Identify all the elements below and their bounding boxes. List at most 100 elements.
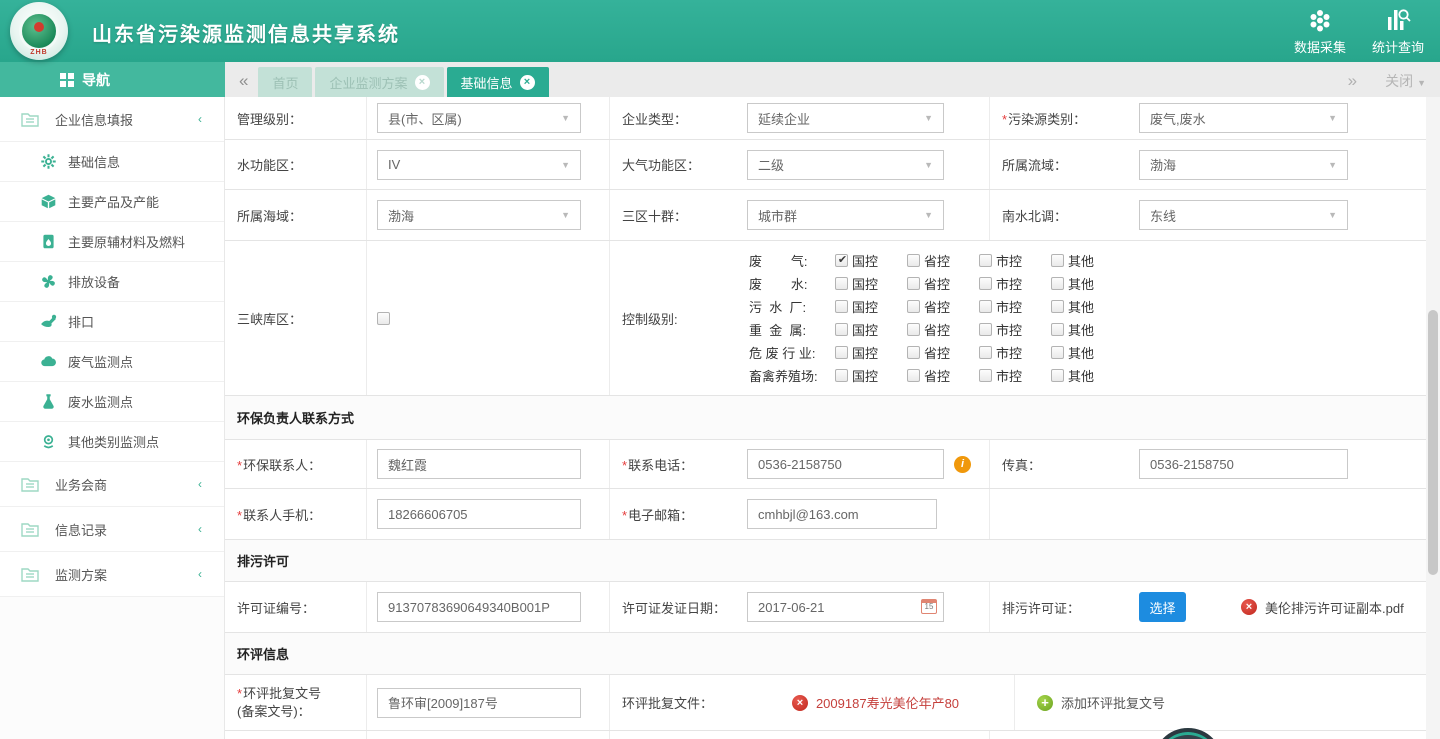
close-icon[interactable]: × — [520, 75, 535, 90]
data-collection-button[interactable]: 数据采集 — [1294, 7, 1346, 56]
checkbox[interactable] — [835, 254, 848, 267]
control-row-label: 污 水 厂: — [749, 297, 825, 316]
three-gorges-checkbox[interactable] — [377, 312, 390, 325]
tab-enterprise-monitoring-plan[interactable]: 企业监测方案 × — [315, 67, 443, 97]
checkbox[interactable] — [907, 300, 920, 313]
scrollbar-thumb[interactable] — [1428, 310, 1438, 575]
info-icon[interactable]: i — [954, 456, 971, 473]
second-band: 导航 « 首页 企业监测方案 × 基础信息 × » 关闭▼ — [0, 62, 1440, 97]
tab-bar-right: » 关闭▼ — [1348, 71, 1426, 91]
fax-input[interactable] — [1139, 449, 1348, 479]
checkbox[interactable] — [835, 300, 848, 313]
statistics-query-button[interactable]: 统计查询 — [1372, 7, 1424, 56]
checkbox[interactable] — [1051, 346, 1064, 359]
checkbox[interactable] — [907, 323, 920, 336]
caret-down-icon: ▼ — [1328, 210, 1337, 220]
field-label: 传真： — [990, 455, 1041, 474]
sidebar-item-label: 基础信息 — [68, 152, 120, 171]
pollution-source-type-select[interactable]: 废气,废水▼ — [1139, 103, 1348, 133]
river-basin-select[interactable]: 渤海▼ — [1139, 150, 1348, 180]
checkbox[interactable] — [907, 369, 920, 382]
add-eia-approval-button[interactable]: + 添加环评批复文号 — [1037, 693, 1165, 712]
sidebar-item-outlets[interactable]: 排口 — [0, 302, 224, 342]
data-collection-label: 数据采集 — [1294, 37, 1346, 56]
sidebar-item-raw-materials[interactable]: 主要原辅材料及燃料 — [0, 222, 224, 262]
checkbox[interactable] — [979, 369, 992, 382]
checkbox[interactable] — [979, 346, 992, 359]
enterprise-type-select[interactable]: 延续企业▼ — [747, 103, 944, 133]
delete-file-icon[interactable]: × — [1241, 599, 1257, 615]
sidebar-group-info-records[interactable]: 信息记录 ‹ — [0, 507, 224, 552]
fan-icon — [38, 272, 58, 292]
tabs: 首页 企业监测方案 × 基础信息 × — [258, 67, 548, 97]
sidebar-item-emission-equipment[interactable]: 排放设备 — [0, 262, 224, 302]
permit-file-name[interactable]: 美伦排污许可证副本.pdf — [1265, 598, 1404, 617]
checkbox[interactable] — [979, 254, 992, 267]
sidebar-item-basic-info[interactable]: 基础信息 — [0, 142, 224, 182]
tab-scroll-left-icon[interactable]: « — [225, 71, 258, 97]
checkbox[interactable] — [979, 300, 992, 313]
env-contact-name-input[interactable] — [377, 449, 581, 479]
checkbox[interactable] — [907, 254, 920, 267]
eia-file-name[interactable]: 2009187寿光美伦年产80 — [816, 693, 959, 712]
contact-mobile-input[interactable] — [377, 499, 581, 529]
control-level-grid: 废 气: 国控 省控 市控 其他 废 水: 国控 省控 市控 其他 — [749, 243, 1113, 393]
field-label: *污染源类别： — [990, 109, 1086, 128]
air-function-zone-select[interactable]: 二级▼ — [747, 150, 944, 180]
content: 管理级别： 县(市、区属)▼ 企业类型： 延续企业▼ *污染源类别： 废气,废水… — [225, 97, 1440, 739]
checkbox[interactable] — [835, 369, 848, 382]
checkbox[interactable] — [835, 277, 848, 290]
cube-icon — [38, 192, 58, 212]
management-level-select[interactable]: 县(市、区属)▼ — [377, 103, 581, 133]
contact-phone-input[interactable] — [747, 449, 944, 479]
tab-home[interactable]: 首页 — [258, 67, 312, 97]
checkbox[interactable] — [1051, 254, 1064, 267]
three-zones-ten-clusters-select[interactable]: 城市群▼ — [747, 200, 944, 230]
control-row-sewage-plant: 污 水 厂: 国控 省控 市控 其他 — [749, 295, 1113, 318]
sidebar-group-label: 企业信息填报 — [55, 110, 133, 129]
checkbox[interactable] — [907, 346, 920, 359]
sidebar-item-main-products[interactable]: 主要产品及产能 — [0, 182, 224, 222]
section-header-permit: 排污许可 — [225, 540, 1426, 582]
nav-label: 导航 — [82, 70, 110, 90]
statistics-query-label: 统计查询 — [1372, 37, 1424, 56]
permit-issue-date-input[interactable] — [747, 592, 944, 622]
caret-down-icon: ▼ — [1417, 78, 1426, 88]
field-label: 三区十群： — [610, 206, 687, 225]
checkbox[interactable] — [979, 277, 992, 290]
calendar-icon[interactable]: 15 — [921, 599, 937, 614]
sidebar-group-label: 信息记录 — [55, 520, 107, 539]
checkbox[interactable] — [1051, 300, 1064, 313]
sidebar-item-waste-gas-points[interactable]: 废气监测点 — [0, 342, 224, 382]
field-label: *电子邮箱： — [610, 505, 693, 524]
sidebar-group-business-consult[interactable]: 业务会商 ‹ — [0, 462, 224, 507]
checkbox[interactable] — [835, 346, 848, 359]
choose-file-button[interactable]: 选择 — [1139, 592, 1186, 622]
tab-basic-info[interactable]: 基础信息 × — [447, 67, 549, 97]
field-label: *联系电话： — [610, 455, 693, 474]
vertical-scrollbar[interactable] — [1426, 97, 1440, 739]
tab-scroll-right-icon[interactable]: » — [1348, 71, 1357, 91]
sidebar-item-waste-water-points[interactable]: 废水监测点 — [0, 382, 224, 422]
checkbox[interactable] — [1051, 323, 1064, 336]
delete-file-icon[interactable]: × — [792, 695, 808, 711]
eia-approval-number-input[interactable] — [377, 688, 581, 718]
south-north-water-select[interactable]: 东线▼ — [1139, 200, 1348, 230]
checkbox[interactable] — [1051, 277, 1064, 290]
field-label: *环保联系人： — [225, 455, 321, 474]
checkbox[interactable] — [979, 323, 992, 336]
checkbox[interactable] — [907, 277, 920, 290]
email-input[interactable] — [747, 499, 937, 529]
nav-band[interactable]: 导航 — [0, 62, 225, 97]
permit-number-input[interactable] — [377, 592, 581, 622]
sidebar-group-enterprise-info[interactable]: 企业信息填报 ‹ — [0, 97, 224, 142]
water-function-zone-select[interactable]: IV▼ — [377, 150, 581, 180]
sidebar-item-other-points[interactable]: 其他类别监测点 — [0, 422, 224, 462]
close-tabs-menu[interactable]: 关闭▼ — [1385, 71, 1426, 91]
checkbox[interactable] — [1051, 369, 1064, 382]
checkbox[interactable] — [835, 323, 848, 336]
sea-area-select[interactable]: 渤海▼ — [377, 200, 581, 230]
close-icon[interactable]: × — [415, 75, 430, 90]
sidebar-group-monitoring-plan[interactable]: 监测方案 ‹ — [0, 552, 224, 597]
chevron-left-icon: ‹ — [198, 522, 202, 536]
